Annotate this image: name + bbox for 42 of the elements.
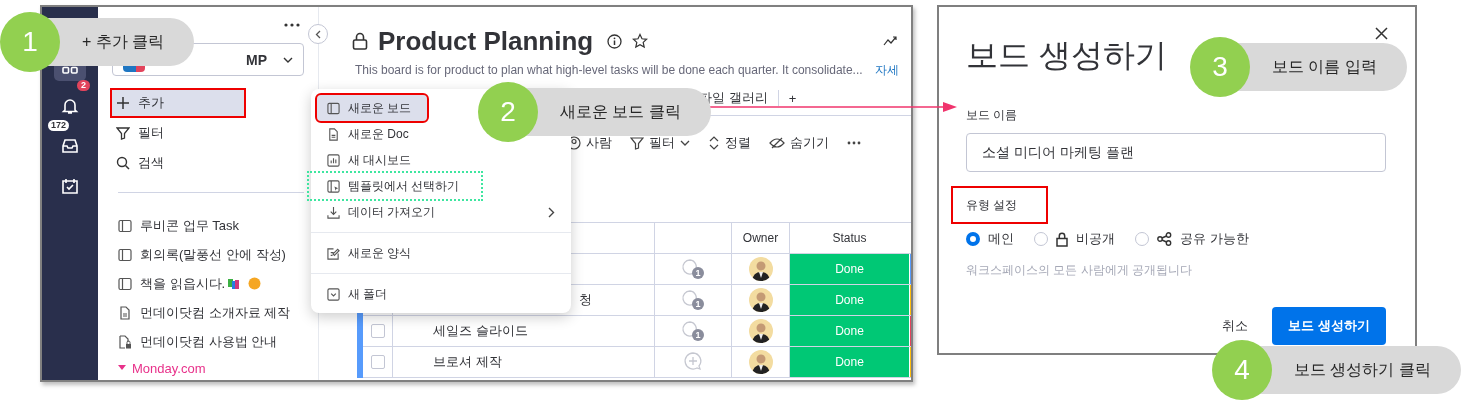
count-badge: 172 xyxy=(48,120,70,131)
item-name: 청 xyxy=(579,291,592,309)
privacy-option[interactable]: 비공개 xyxy=(1034,230,1115,248)
board-link[interactable]: 책을 읽읍시다. xyxy=(112,269,318,298)
step-number-tooltip: 1 xyxy=(0,12,60,72)
see-more-link[interactable]: 자세 xyxy=(874,61,899,79)
menu-item[interactable]: 새로운 보드 xyxy=(317,95,427,121)
menu-item[interactable]: 새 대시보드 xyxy=(317,147,565,173)
dialog-title: 보드 생성하기 xyxy=(966,36,1167,75)
folder-link[interactable]: Monday.com xyxy=(112,356,318,380)
privacy-option[interactable]: 공유 가능한 xyxy=(1135,230,1249,248)
board-title: Product Planning xyxy=(378,25,594,57)
toolbar-button[interactable]: 필터 xyxy=(630,134,690,152)
sidebar-action[interactable]: 필터 xyxy=(110,118,318,148)
menu-item[interactable]: 새로운 양식 xyxy=(317,240,565,266)
update-count: 1 xyxy=(692,329,704,341)
board-link[interactable]: 먼데이닷컴 사용법 안내 xyxy=(112,327,318,356)
board-description: This board is for product to plan what high-level tasks will be done each quarter. It consolidate... xyxy=(355,63,863,77)
board-link[interactable]: 루비콘 업무 Task xyxy=(112,211,318,240)
board-link[interactable]: 회의록(말풍선 안에 작성) xyxy=(112,240,318,269)
board-link[interactable]: 먼데이닷컴 소개자료 제작 xyxy=(112,298,318,327)
toolbar-button[interactable]: 정렬 xyxy=(708,134,751,152)
count-badge: 2 xyxy=(77,80,90,91)
section-label: 유형 설정 xyxy=(951,186,1048,224)
menu-item[interactable]: 새 폴더 xyxy=(317,281,565,307)
menu-item[interactable]: 데이터 가져오기 xyxy=(317,199,565,225)
item-name: 세일즈 슬라이드 xyxy=(433,322,528,340)
create-board-button[interactable]: 보드 생성하기 xyxy=(1272,307,1386,345)
column-header: Status xyxy=(790,223,910,253)
item-name: 브로셔 제작 xyxy=(433,353,502,371)
view-tab[interactable]: + xyxy=(788,90,797,106)
field-label: 보드 이름 xyxy=(966,107,1018,124)
cancel-button[interactable]: 취소 xyxy=(1222,317,1249,335)
hint-text: 워크스페이스의 모든 사람에게 공개됩니다 xyxy=(966,262,1192,279)
column-header: Owner xyxy=(732,223,790,253)
toolbar-button[interactable]: 숨기기 xyxy=(769,134,829,152)
toolbar-button[interactable]: 사람 xyxy=(567,134,612,152)
board-name-field[interactable]: 소셜 미디어 마케팅 플랜 xyxy=(966,133,1386,172)
update-count: 1 xyxy=(692,298,704,310)
privacy-option[interactable]: 메인 xyxy=(966,230,1014,248)
update-count: 1 xyxy=(692,267,704,279)
sidebar-action[interactable]: 추가 xyxy=(110,88,246,118)
